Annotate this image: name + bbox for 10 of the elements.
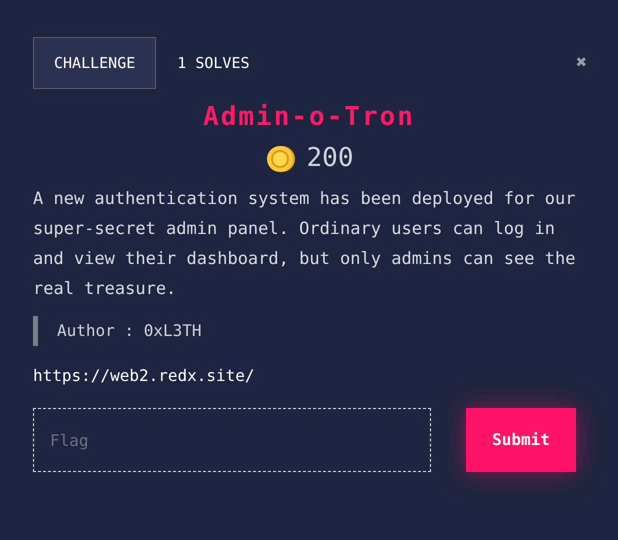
close-button[interactable]: ✖: [576, 54, 587, 72]
challenge-link[interactable]: https://web2.redx.site/: [33, 364, 585, 388]
tab[interactable]: CHALLENGE: [33, 37, 156, 89]
challenge-title: Admin-o-Tron: [202, 101, 416, 134]
points-value: 200: [306, 142, 354, 175]
submit-button[interactable]: Submit: [466, 408, 576, 472]
author-quote: Author : 0xL3TH: [33, 316, 585, 346]
flag-input[interactable]: Flag: [33, 408, 431, 472]
tab[interactable]: 1 SOLVES: [156, 37, 271, 89]
challenge-description: A new authentication system has been deployed for our super-secret admin panel. Ordinary users can log in and view their dashboard, but only admins can see the real treasure.: [33, 188, 576, 301]
